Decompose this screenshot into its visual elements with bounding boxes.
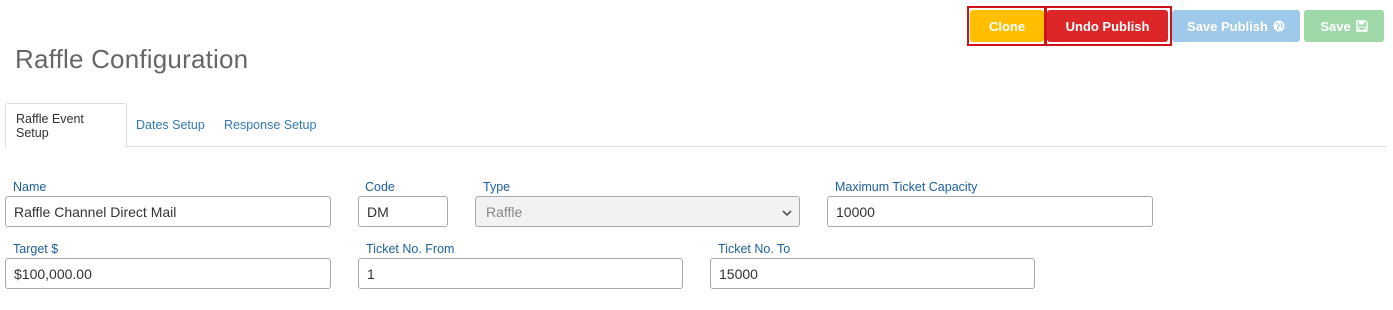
save-publish-button[interactable]: Save Publish: [1172, 10, 1300, 42]
code-field[interactable]: DM: [358, 196, 448, 227]
ticket-from-field-value: 1: [367, 265, 375, 282]
tab-dates-setup[interactable]: Dates Setup: [136, 103, 205, 147]
ticket-to-field-value: 15000: [719, 265, 758, 282]
code-field-value: DM: [367, 203, 389, 220]
globe-icon: [1273, 20, 1285, 32]
tab-raffle-event-setup[interactable]: Raffle Event Setup: [5, 103, 127, 148]
undo-publish-button-label: Undo Publish: [1065, 18, 1150, 34]
tab-bar: Raffle Event Setup Dates Setup Response …: [5, 103, 1387, 148]
max-capacity-field-value: 10000: [836, 203, 875, 220]
tab-label: Response Setup: [224, 118, 317, 132]
clone-button[interactable]: Clone: [970, 10, 1044, 42]
floppy-disk-icon: [1355, 20, 1368, 32]
chevron-down-icon: [781, 206, 793, 222]
tab-response-setup[interactable]: Response Setup: [224, 103, 316, 147]
target-field[interactable]: $100,000.00: [5, 258, 331, 289]
name-field-value: Raffle Channel Direct Mail: [14, 203, 177, 220]
type-select-value: Raffle: [486, 203, 523, 220]
max-capacity-label: Maximum Ticket Capacity: [835, 180, 978, 194]
name-field[interactable]: Raffle Channel Direct Mail: [5, 196, 331, 227]
save-button[interactable]: Save: [1304, 10, 1384, 42]
code-label: Code: [365, 180, 395, 194]
ticket-to-label: Ticket No. To: [718, 242, 791, 256]
max-capacity-field[interactable]: 10000: [827, 196, 1153, 227]
save-button-label: Save: [1320, 18, 1351, 34]
tab-label: Raffle Event Setup: [16, 111, 84, 140]
tab-label: Dates Setup: [136, 118, 205, 132]
ticket-to-field[interactable]: 15000: [710, 258, 1035, 289]
undo-publish-button[interactable]: Undo Publish: [1047, 10, 1168, 42]
ticket-from-field[interactable]: 1: [358, 258, 683, 289]
save-publish-button-label: Save Publish: [1187, 18, 1268, 34]
type-label: Type: [483, 180, 511, 194]
target-field-value: $100,000.00: [14, 265, 92, 282]
target-label: Target $: [13, 242, 59, 256]
clone-button-label: Clone: [988, 18, 1026, 34]
name-label: Name: [13, 180, 47, 194]
toolbar: Clone Undo Publish Save Publish Save: [0, 0, 1393, 60]
ticket-from-label: Ticket No. From: [366, 242, 455, 256]
type-select[interactable]: Raffle: [475, 196, 800, 227]
